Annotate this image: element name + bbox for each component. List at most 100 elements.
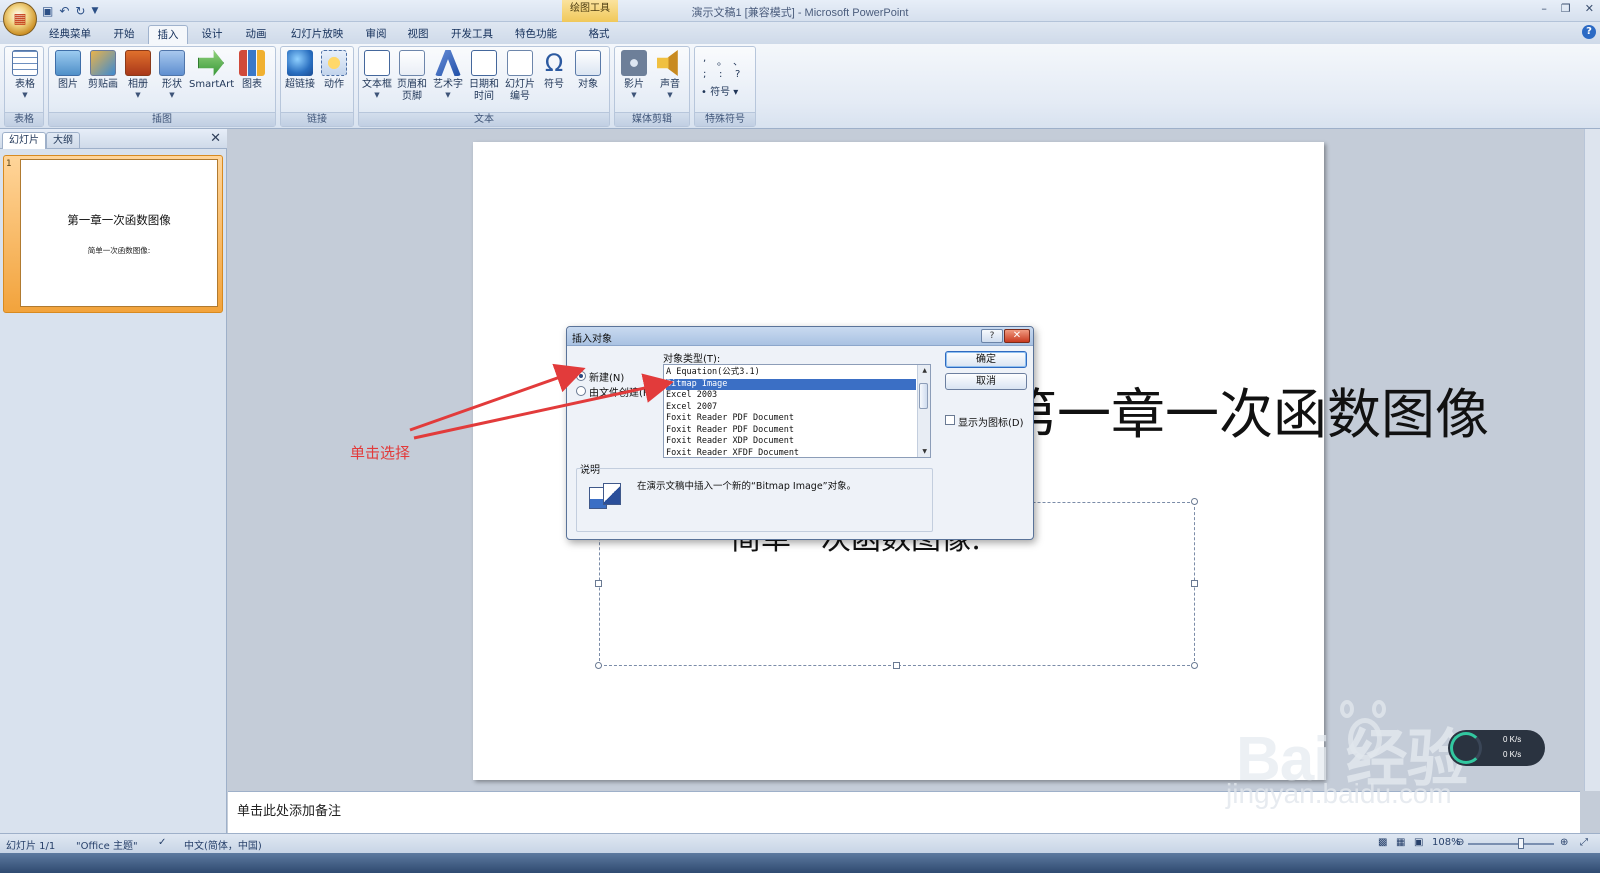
minimize-icon[interactable]: –	[1541, 2, 1547, 15]
special-symbol-button[interactable]: • 符号 ▾	[701, 87, 749, 99]
symbol-button[interactable]: Ω 符号	[539, 50, 569, 91]
tab-animation[interactable]: 动画	[236, 25, 276, 44]
hyperlink-button[interactable]: 超链接	[283, 50, 317, 91]
group-text: 文本框 ▼ 页眉和页脚 艺术字 ▼ 日期和时间 幻灯片编号 Ω 符号 对象 文本	[358, 46, 610, 127]
object-type-item[interactable]: Excel 2007	[666, 402, 916, 414]
object-type-item[interactable]: Excel 2003	[666, 390, 916, 402]
group-label-links: 链接	[281, 112, 353, 126]
slide-sorter-icon[interactable]: ▦	[1396, 837, 1405, 848]
object-type-item[interactable]: Foxit Reader PDF Document	[666, 425, 916, 437]
fit-window-icon[interactable]: ⤢	[1580, 837, 1588, 848]
symbol-semicolon[interactable]: ;	[703, 69, 706, 80]
resize-handle[interactable]	[1191, 662, 1198, 669]
dropdown-arrow-icon: ▼	[374, 91, 380, 99]
object-type-item[interactable]: Foxit Reader XFDF Document	[666, 448, 916, 458]
description-box: 在演示文稿中插入一个新的“Bitmap Image”对象。	[576, 468, 933, 532]
symbol-question[interactable]: ?	[735, 69, 740, 80]
tab-design[interactable]: 设计	[192, 25, 232, 44]
movie-button[interactable]: 影片 ▼	[619, 50, 649, 99]
slide-title[interactable]: 第一章一次函数图像	[1003, 370, 1489, 449]
header-footer-button[interactable]: 页眉和页脚	[395, 50, 429, 103]
dialog-titlebar[interactable]: 插入对象 ? ✕	[567, 327, 1033, 346]
create-new-label[interactable]: 新建(N)	[589, 369, 624, 384]
tab-classic-menu[interactable]: 经典菜单	[44, 25, 96, 44]
tab-insert[interactable]: 插入	[148, 25, 188, 44]
resize-handle[interactable]	[1191, 498, 1198, 505]
dialog-help-button[interactable]: ?	[981, 329, 1003, 343]
object-type-item[interactable]: A Equation(公式3.1)	[666, 367, 916, 379]
symbol-comma[interactable]: ,	[703, 53, 706, 64]
zoom-slider-thumb[interactable]	[1518, 838, 1524, 849]
office-logo-icon: ▦	[13, 11, 27, 27]
picture-button[interactable]: 图片	[53, 50, 83, 91]
scroll-up-icon[interactable]: ▲	[922, 367, 927, 374]
table-button[interactable]: 表格 ▼	[10, 50, 40, 99]
display-as-icon-checkbox[interactable]	[945, 415, 955, 425]
tab-outline[interactable]: 大纲	[46, 132, 80, 149]
symbol-enumeration-comma[interactable]: 、	[733, 53, 743, 68]
action-button[interactable]: 动作	[319, 50, 349, 91]
vertical-scrollbar[interactable]	[1584, 129, 1600, 791]
smartart-button[interactable]: SmartArt	[189, 50, 234, 91]
wordart-button[interactable]: 艺术字 ▼	[431, 50, 465, 99]
office-button[interactable]: ▦	[3, 2, 37, 36]
radio-create-from-file[interactable]	[576, 386, 586, 396]
scroll-down-icon[interactable]: ▼	[922, 448, 927, 455]
list-scrollbar[interactable]: ▲ ▼	[917, 365, 930, 457]
clipart-button[interactable]: 剪贴画	[85, 50, 121, 91]
os-taskbar	[0, 853, 1600, 873]
group-label-illustrations: 插图	[49, 112, 275, 126]
zoom-slider[interactable]	[1468, 843, 1554, 845]
theme-name: "Office 主题"	[76, 841, 138, 852]
tab-view[interactable]: 视图	[400, 25, 436, 44]
restore-icon[interactable]: ❐	[1561, 2, 1571, 15]
zoom-out-icon[interactable]: ⊖	[1456, 837, 1464, 848]
display-as-icon-label[interactable]: 显示为图标(D)	[958, 414, 1024, 429]
tab-slides[interactable]: 幻灯片	[2, 132, 46, 149]
zoom-in-icon[interactable]: ⊕	[1560, 837, 1568, 848]
textbox-button[interactable]: 文本框 ▼	[361, 50, 393, 99]
tab-home[interactable]: 开始	[104, 25, 144, 44]
list-scroll-thumb[interactable]	[919, 383, 928, 409]
date-time-button[interactable]: 日期和时间	[467, 50, 501, 103]
radio-create-new[interactable]	[576, 371, 586, 381]
close-icon[interactable]: ✕	[1585, 2, 1594, 15]
tab-review[interactable]: 审阅	[358, 25, 394, 44]
create-from-file-label[interactable]: 由文件创建(F)	[589, 384, 653, 399]
object-button[interactable]: 对象	[573, 50, 603, 91]
tab-format[interactable]: 格式	[574, 25, 624, 44]
object-type-item[interactable]: Foxit Reader PDF Document	[666, 413, 916, 425]
tab-special-features[interactable]: 特色功能	[508, 25, 564, 44]
group-table: 表格 ▼ 表格	[4, 46, 44, 127]
ribbon-tabs: 经典菜单 开始 插入 设计 动画 幻灯片放映 审阅 视图 开发工具 特色功能 格…	[0, 22, 1600, 44]
resize-handle[interactable]	[595, 662, 602, 669]
symbol-colon[interactable]: :	[719, 69, 722, 80]
slide-number-button[interactable]: 幻灯片编号	[503, 50, 537, 103]
resize-handle[interactable]	[1191, 580, 1198, 587]
upload-speed: 0 K/s	[1503, 735, 1522, 744]
object-type-list[interactable]: A Equation(公式3.1) Bitmap Image Excel 2003 E…	[663, 364, 931, 458]
dialog-close-button[interactable]: ✕	[1004, 329, 1030, 343]
shapes-button[interactable]: 形状 ▼	[157, 50, 187, 99]
help-icon[interactable]: ?	[1582, 25, 1596, 39]
spellcheck-icon[interactable]: ✓	[158, 837, 166, 848]
tab-developer[interactable]: 开发工具	[444, 25, 500, 44]
chart-button[interactable]: 图表	[237, 50, 267, 91]
normal-view-icon[interactable]: ▩	[1378, 837, 1387, 848]
object-type-item[interactable]: Foxit Reader XDP Document	[666, 436, 916, 448]
group-links: 超链接 动作 链接	[280, 46, 354, 127]
slide-number: 1	[6, 159, 12, 169]
symbol-period[interactable]: 。	[717, 53, 727, 68]
album-button[interactable]: 相册 ▼	[123, 50, 153, 99]
cancel-button[interactable]: 取消	[945, 373, 1027, 390]
ok-button[interactable]: 确定	[945, 351, 1027, 368]
slideshow-view-icon[interactable]: ▣	[1414, 837, 1423, 848]
resize-handle[interactable]	[595, 580, 602, 587]
close-pane-icon[interactable]: ✕	[210, 131, 221, 146]
resize-handle[interactable]	[893, 662, 900, 669]
object-type-item[interactable]: Bitmap Image	[666, 378, 916, 390]
tab-slideshow[interactable]: 幻灯片放映	[284, 25, 350, 44]
chart-icon	[239, 50, 265, 76]
slide-thumbnail[interactable]: 第一章一次函数图像 简单一次函数图像:	[20, 159, 218, 307]
sound-button[interactable]: 声音 ▼	[655, 50, 685, 99]
